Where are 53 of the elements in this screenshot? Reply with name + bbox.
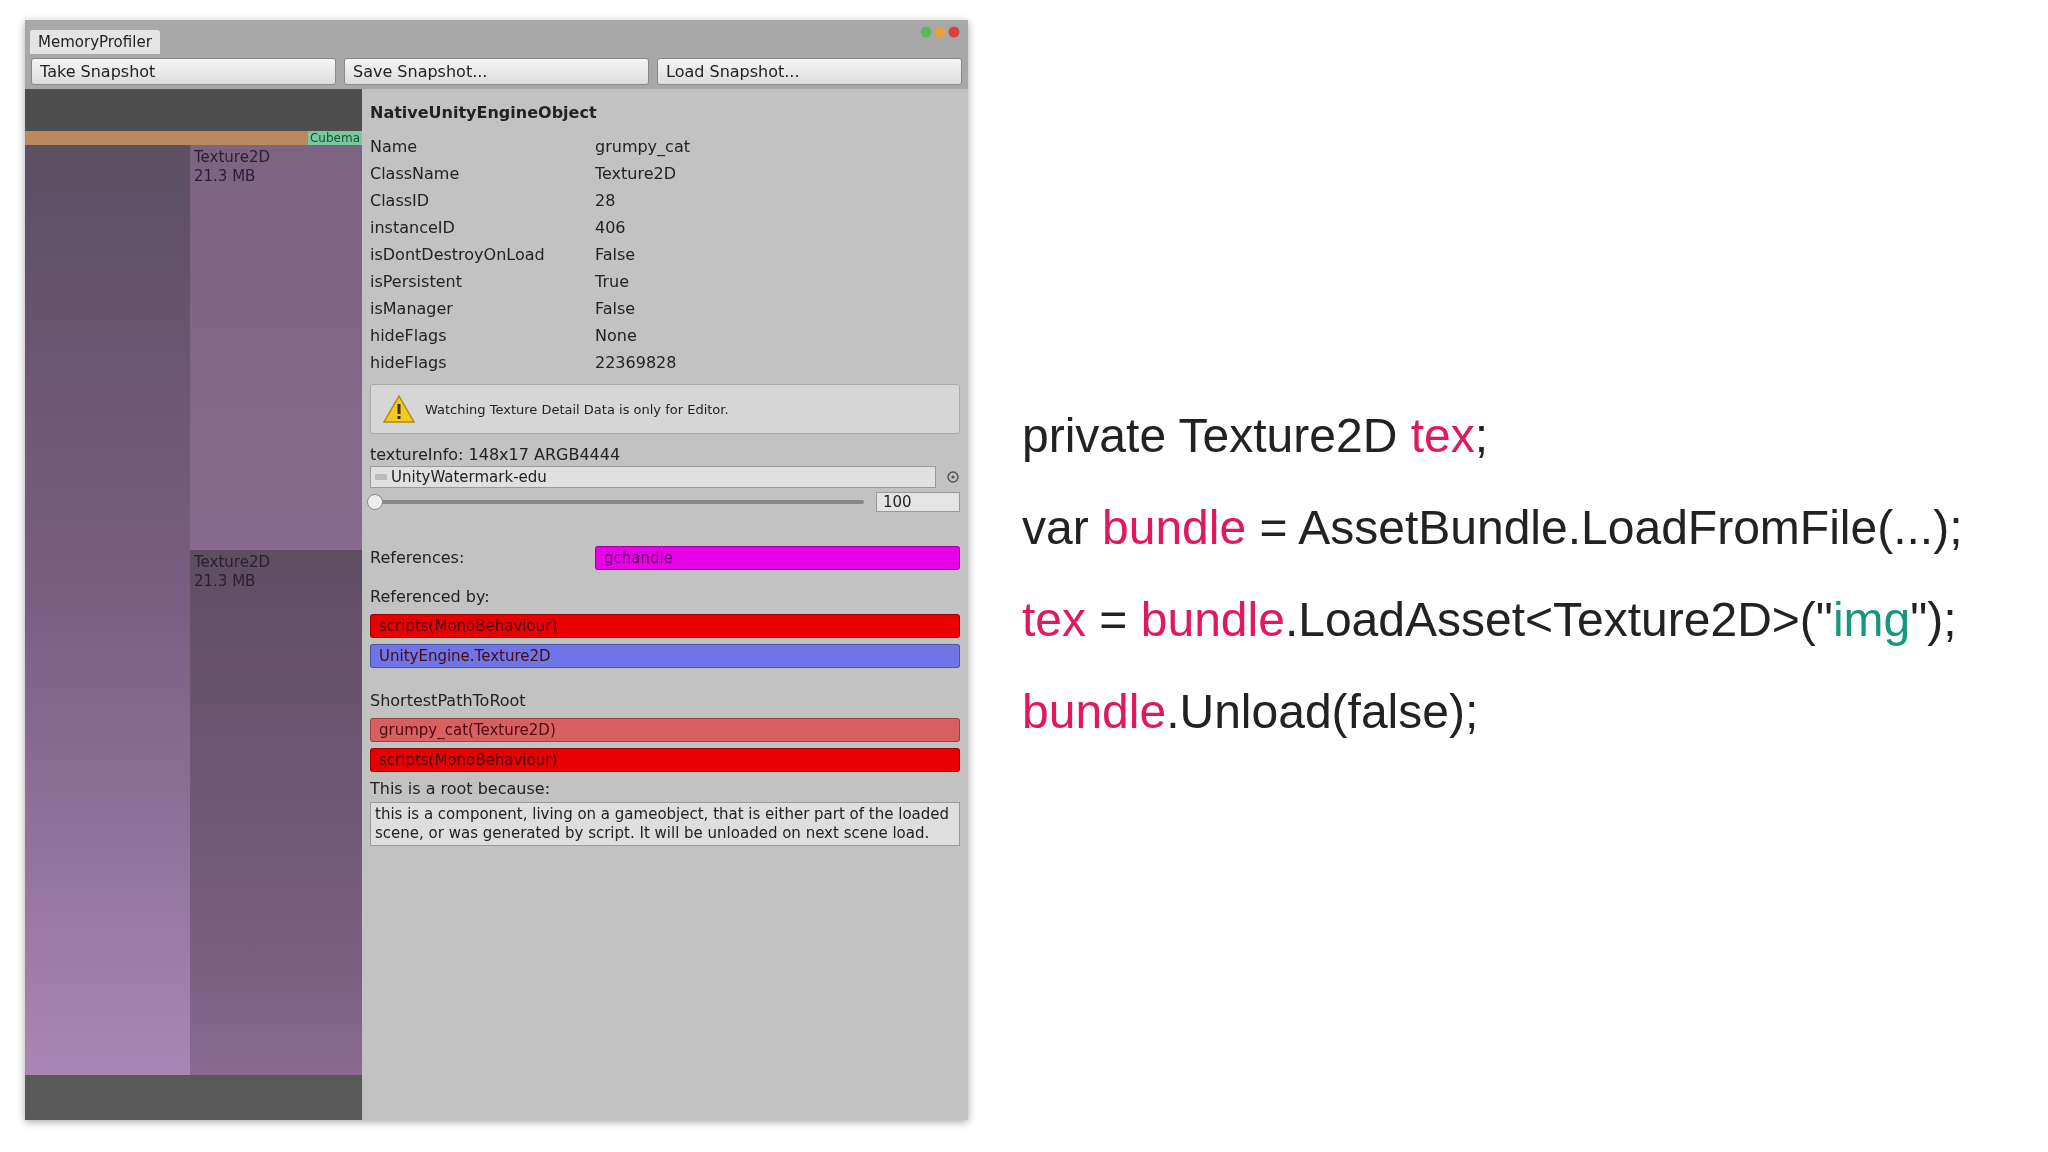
warning-text: Watching Texture Detail Data is only for Editor. xyxy=(425,401,729,417)
property-name: isPersistent xyxy=(370,271,463,293)
texture-info: textureInfo: 148x17 ARGB4444 xyxy=(370,444,622,466)
property-value: 406 xyxy=(595,217,627,239)
property-name: Name xyxy=(370,136,419,158)
property-name: ClassID xyxy=(370,190,431,212)
toolbar-button[interactable]: Save Snapshot... xyxy=(344,58,649,85)
reference-bar[interactable]: UnityEngine.Texture2D xyxy=(370,644,960,668)
section-label: ShortestPathToRoot xyxy=(370,690,527,712)
treemap-cell[interactable] xyxy=(25,145,190,1075)
warning-icon xyxy=(383,395,415,423)
texture-icon xyxy=(375,473,387,481)
property-name: instanceID xyxy=(370,217,456,239)
treemap-label: Cubema xyxy=(307,131,362,145)
slider-thumb[interactable] xyxy=(366,494,383,510)
window-tab[interactable]: MemoryProfiler xyxy=(30,30,160,54)
treemap-cell[interactable] xyxy=(25,89,362,131)
treemap-cell[interactable]: Texture2D 21.3 MB xyxy=(190,145,362,550)
property-value: 28 xyxy=(595,190,617,212)
object-field[interactable]: UnityWatermark-edu xyxy=(370,466,936,488)
reference-bar[interactable]: scripts(MonoBehaviour) xyxy=(370,614,960,638)
reference-bar[interactable]: gchandle xyxy=(595,546,960,570)
code-line: var bundle = AssetBundle.LoadFromFile(...); xyxy=(1022,502,1963,554)
property-value: False xyxy=(595,244,637,266)
toolbar-button[interactable]: Load Snapshot... xyxy=(657,58,962,85)
section-label: This is a root because: xyxy=(370,778,551,800)
treemap-strip[interactable]: Cubema xyxy=(25,131,362,145)
property-name: isDontDestroyOnLoad xyxy=(370,244,546,266)
path-bar[interactable]: grumpy_cat(Texture2D) xyxy=(370,718,960,742)
toolbar-button[interactable]: Take Snapshot xyxy=(31,58,336,85)
property-value: Texture2D xyxy=(595,163,678,185)
code-line: tex = bundle.LoadAsset<Texture2D>("img"); xyxy=(1022,594,1958,646)
picker-icon[interactable] xyxy=(946,470,960,484)
cell-label: Texture2D 21.3 MB xyxy=(194,148,270,185)
window-controls-icon[interactable] xyxy=(920,25,960,39)
property-value: False xyxy=(595,298,637,320)
path-bar[interactable]: scripts(MonoBehaviour) xyxy=(370,748,960,772)
section-label: References: xyxy=(370,547,466,569)
zoom-value-field[interactable]: 100 xyxy=(876,492,960,512)
code-line: bundle.Unload(false); xyxy=(1022,686,1480,738)
property-name: hideFlags xyxy=(370,325,448,347)
code-line: private Texture2D tex; xyxy=(1022,410,1489,462)
zoom-slider[interactable] xyxy=(370,493,864,511)
property-name: ClassName xyxy=(370,163,461,185)
property-value: None xyxy=(595,325,638,347)
property-value: True xyxy=(595,271,630,293)
object-heading: NativeUnityEngineObject xyxy=(370,103,598,122)
section-label: Referenced by: xyxy=(370,586,491,608)
property-name: hideFlags xyxy=(370,352,448,374)
root-reason-text: this is a component, living on a gameobject, that is either part of the loaded scene, or was generated by script. It will be unloaded on next scene load. xyxy=(370,802,960,846)
property-name: isManager xyxy=(370,298,454,320)
property-value: 22369828 xyxy=(595,352,678,374)
property-value: grumpy_cat xyxy=(595,136,691,158)
